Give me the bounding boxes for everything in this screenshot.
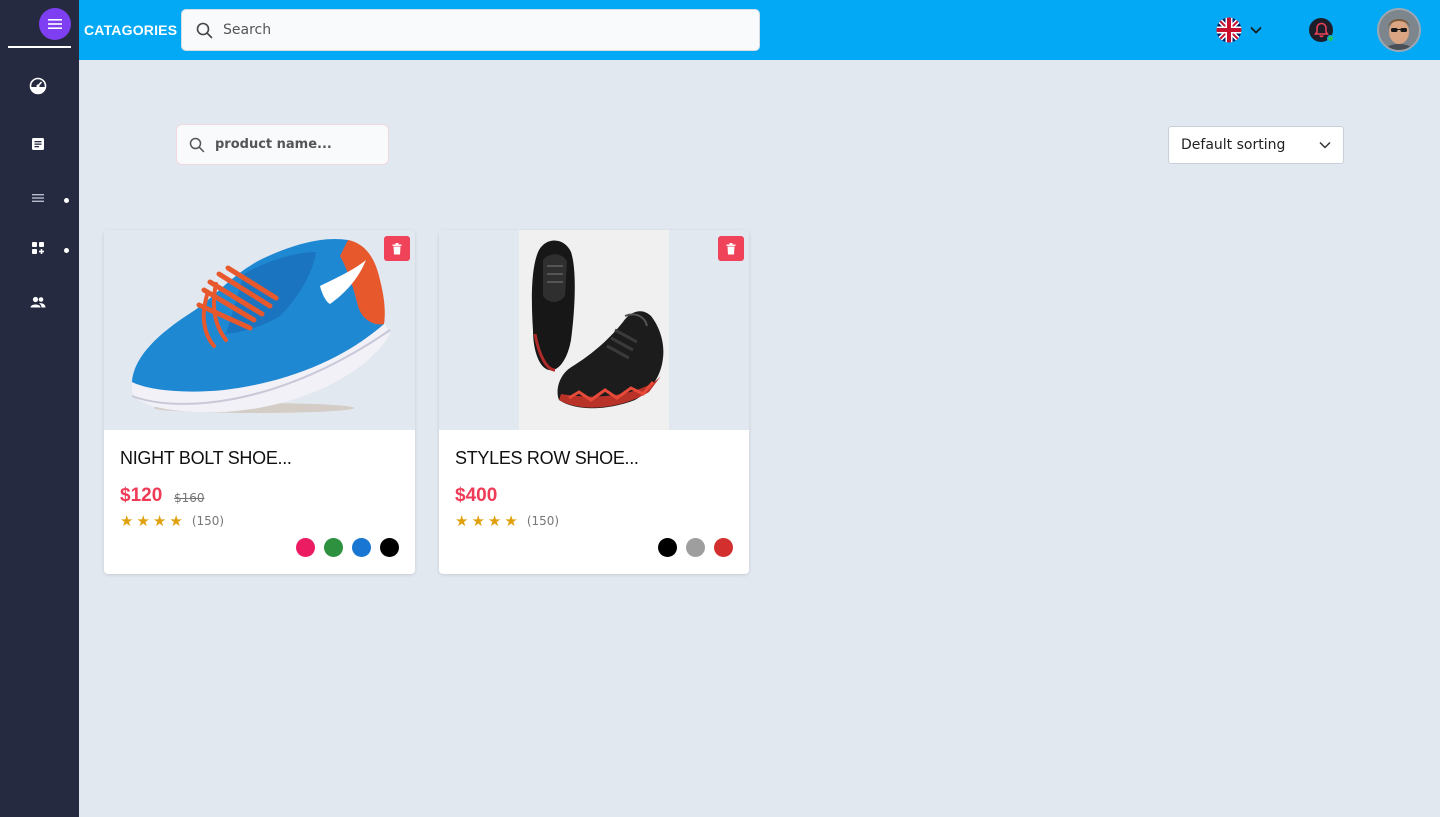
search-icon <box>189 137 205 152</box>
delete-button[interactable] <box>718 236 744 261</box>
color-swatch[interactable] <box>352 538 371 557</box>
star-icon: ★ <box>504 512 518 530</box>
product-rating: ★ ★ ★ ★ (150) <box>120 512 224 530</box>
hamburger-icon <box>48 19 62 29</box>
color-options <box>296 538 399 557</box>
review-count: (150) <box>191 514 225 528</box>
product-image[interactable] <box>104 230 415 430</box>
star-icon: ★ <box>487 512 502 530</box>
sort-value: Default sorting <box>1181 137 1286 153</box>
star-icon: ★ <box>455 512 469 530</box>
color-swatch[interactable] <box>686 538 705 557</box>
menu-toggle-button[interactable] <box>39 8 71 40</box>
apps-icon <box>32 242 44 254</box>
blue-running-shoe-image <box>131 238 391 413</box>
sidebar-item-users[interactable] <box>26 290 50 314</box>
product-name[interactable]: NIGHT BOLT SHOE... <box>120 448 292 469</box>
avatar-image <box>1379 10 1419 50</box>
sort-select[interactable]: Default sorting <box>1168 126 1344 164</box>
black-sneakers-image <box>519 230 669 430</box>
product-old-price: $160 <box>174 491 205 505</box>
chevron-down-icon <box>1319 141 1331 149</box>
color-options <box>658 538 733 557</box>
product-card[interactable]: NIGHT BOLT SHOE... $120 $160 ★ ★ ★ ★ (15… <box>104 230 415 574</box>
color-swatch[interactable] <box>296 538 315 557</box>
product-search-box[interactable] <box>176 124 389 165</box>
trash-icon <box>392 242 402 254</box>
color-swatch[interactable] <box>658 538 677 557</box>
product-card[interactable]: STYLES ROW SHOE... $400 ★ ★ ★ ★ (150) <box>439 230 749 574</box>
product-rating: ★ ★ ★ ★ (150) <box>455 512 559 530</box>
notification-status-dot <box>1327 35 1334 42</box>
top-header: CATAGORIES <box>79 0 1440 60</box>
top-search-bar[interactable] <box>181 9 760 51</box>
dashboard-icon <box>29 77 47 95</box>
document-icon <box>32 138 44 150</box>
sidebar-divider <box>8 46 71 48</box>
star-icon: ★ <box>152 512 167 530</box>
product-image[interactable] <box>439 230 749 430</box>
product-search-input[interactable] <box>215 137 385 152</box>
sidebar-item-apps[interactable] <box>26 236 50 260</box>
uk-flag-icon <box>1216 17 1242 43</box>
star-icon: ★ <box>136 512 150 530</box>
trash-icon <box>726 242 736 254</box>
user-avatar[interactable] <box>1377 8 1421 52</box>
submenu-indicator <box>64 248 69 253</box>
product-name[interactable]: STYLES ROW SHOE... <box>455 448 639 469</box>
submenu-indicator <box>64 198 69 203</box>
sidebar-item-dashboard[interactable] <box>26 74 50 98</box>
search-icon <box>196 22 213 38</box>
star-icon: ★ <box>169 512 183 530</box>
star-icon: ★ <box>120 512 134 530</box>
language-selector[interactable] <box>1216 17 1262 43</box>
product-price: $400 <box>455 485 498 506</box>
categories-link[interactable]: CATAGORIES <box>84 22 177 38</box>
sidebar-item-documents[interactable] <box>26 132 50 156</box>
sidebar <box>0 0 79 817</box>
product-price: $120 <box>120 485 163 506</box>
sidebar-item-list[interactable] <box>26 186 50 210</box>
chevron-down-icon <box>1250 26 1262 34</box>
color-swatch[interactable] <box>324 538 343 557</box>
review-count: (150) <box>526 514 560 528</box>
delete-button[interactable] <box>384 236 410 261</box>
users-icon <box>30 296 46 308</box>
search-input[interactable] <box>223 22 743 38</box>
list-icon <box>32 194 44 202</box>
color-swatch[interactable] <box>714 538 733 557</box>
color-swatch[interactable] <box>380 538 399 557</box>
notifications-button[interactable] <box>1309 18 1334 42</box>
star-icon: ★ <box>471 512 485 530</box>
bell-icon <box>1313 22 1329 38</box>
